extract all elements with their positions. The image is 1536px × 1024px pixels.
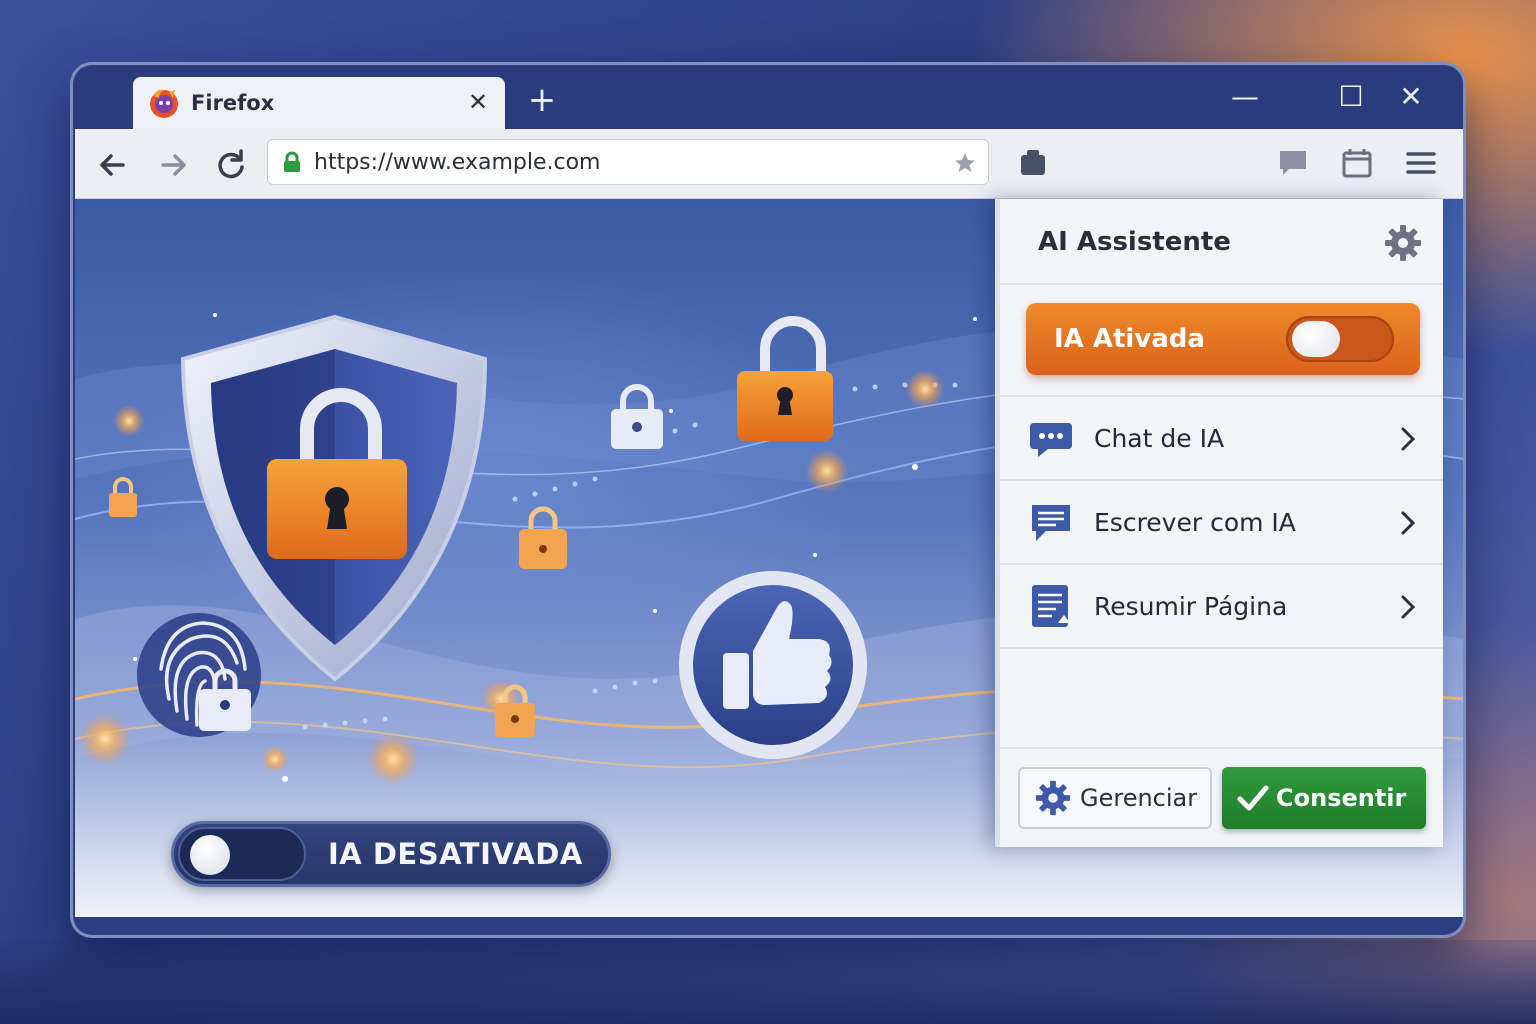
write-icon — [1032, 505, 1070, 541]
background-floor — [0, 940, 1536, 1024]
menu-item-write[interactable]: Escrever com IA — [1000, 479, 1443, 563]
ai-enabled-switch-knob — [1292, 321, 1340, 357]
manage-button-label: Gerenciar — [1080, 784, 1198, 812]
url-text: https://www.example.com — [314, 149, 601, 175]
minimize-button[interactable]: — — [1225, 79, 1265, 115]
tab-title: Firefox — [191, 91, 275, 115]
bookmark-star-icon[interactable] — [952, 150, 978, 176]
chevron-right-icon — [1401, 427, 1416, 451]
toggle-off-knob — [190, 835, 230, 875]
menu-empty-area — [1000, 647, 1443, 747]
chat-icon[interactable] — [1275, 145, 1311, 181]
manage-button[interactable]: Gerenciar — [1018, 767, 1212, 829]
browser-tab[interactable]: Firefox ✕ — [133, 77, 505, 129]
panel-footer: Gerenciar Consentir — [1000, 747, 1443, 847]
menu-item-label: Chat de IA — [1094, 423, 1225, 453]
toggle-off-track — [178, 827, 306, 881]
panel-header: AI Assistente — [1000, 199, 1443, 285]
address-bar[interactable]: https://www.example.com — [267, 139, 989, 185]
menu-item-chat[interactable]: Chat de IA — [1000, 395, 1443, 479]
summarize-page-icon — [1032, 585, 1070, 627]
close-window-button[interactable]: ✕ — [1391, 79, 1431, 115]
back-arrow-icon[interactable] — [93, 145, 133, 185]
chevron-right-icon — [1401, 595, 1416, 619]
ai-enabled-label: IA Ativada — [1054, 324, 1205, 354]
navigation-toolbar: https://www.example.com — [75, 129, 1463, 199]
ai-assistant-panel: AI Assistente IA Ativada Chat de IA Escr… — [995, 199, 1443, 847]
menu-item-summarize[interactable]: Resumir Página — [1000, 563, 1443, 647]
secure-lock-icon — [284, 151, 300, 172]
panel-title: AI Assistente — [1038, 227, 1231, 257]
forward-arrow-icon[interactable] — [153, 145, 193, 185]
consent-button-label: Consentir — [1276, 784, 1407, 812]
calendar-icon[interactable] — [1339, 145, 1375, 181]
checkmark-icon — [1237, 785, 1269, 811]
ai-disabled-label: IA DESATIVADA — [328, 837, 583, 871]
ai-disabled-toggle[interactable]: IA DESATIVADA — [171, 821, 611, 887]
menu-item-label: Resumir Página — [1094, 591, 1288, 621]
firefox-logo-icon — [150, 89, 178, 118]
ai-enabled-toggle[interactable]: IA Ativada — [1026, 303, 1420, 375]
settings-gear-icon[interactable] — [1383, 223, 1423, 263]
gear-icon — [1035, 780, 1071, 816]
tab-close-icon[interactable]: ✕ — [465, 89, 491, 115]
new-tab-button[interactable]: + — [525, 83, 559, 117]
chevron-right-icon — [1401, 511, 1416, 535]
ai-enabled-switch[interactable] — [1286, 316, 1394, 362]
menu-item-label: Escrever com IA — [1094, 507, 1296, 537]
reload-icon[interactable] — [211, 145, 251, 185]
browser-window: Firefox ✕ + — ☐ ✕ https://www.example.co… — [70, 62, 1466, 938]
consent-button[interactable]: Consentir — [1222, 767, 1426, 829]
maximize-button[interactable]: ☐ — [1331, 79, 1371, 115]
chat-bubble-icon — [1030, 423, 1072, 457]
hamburger-menu-icon[interactable] — [1403, 145, 1439, 181]
extension-icon[interactable] — [1015, 145, 1051, 181]
